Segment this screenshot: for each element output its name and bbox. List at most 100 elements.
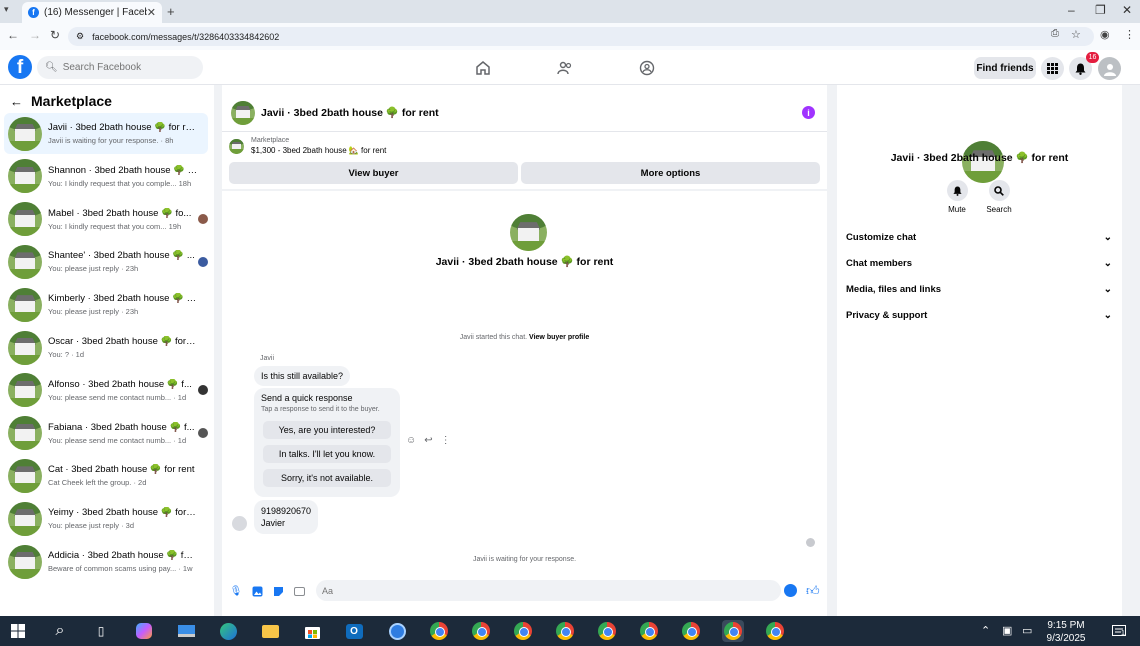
more-options-button[interactable]: More options [521,162,820,184]
friends-icon[interactable] [555,58,575,78]
media-files-links-section[interactable]: Media, files and links ⌄ [846,284,1112,295]
emoji-picker-icon[interactable] [784,584,797,597]
browser-tab[interactable]: f (16) Messenger | Facebook ✕ [22,2,162,23]
edge-browser-icon[interactable] [217,620,239,642]
message-bubble[interactable]: Is this still available? [254,366,351,386]
groups-icon[interactable] [637,58,657,78]
conversation-item[interactable]: Oscar · 3bed 2bath house 🌳 for r... You: … [4,327,208,368]
copilot-icon[interactable] [133,620,155,642]
file-explorer-icon[interactable] [259,620,281,642]
chrome-profile-icon[interactable] [680,620,702,642]
quick-response-button[interactable]: In talks. I'll let you know. [263,445,391,463]
conversation-item[interactable]: Javii · 3bed 2bath house 🌳 for rent Javii… [4,113,208,154]
chrome-profile-icon[interactable] [554,620,576,642]
gif-icon[interactable] [292,584,306,598]
home-icon[interactable] [473,58,493,78]
chrome-profile-icon[interactable] [596,620,618,642]
forward-arrow-icon[interactable]: → [29,28,41,42]
minimize-icon[interactable]: – [1068,3,1075,17]
quick-response-button[interactable]: Yes, are you interested? [263,421,391,439]
conversation-avatar [8,544,42,579]
conversation-item[interactable]: Shantee' · 3bed 2bath house 🌳 ... You: pl… [4,241,208,282]
chrome-profile-icon[interactable] [470,620,492,642]
search-in-conversation-button[interactable]: Search [979,180,1019,214]
quick-response-button[interactable]: Sorry, it's not available. [263,469,391,487]
app-icon[interactable] [386,620,408,642]
reload-icon[interactable]: ↻ [50,28,60,42]
sticker-icon[interactable] [271,584,285,598]
show-hidden-icons-chevron-icon[interactable]: ⌃ [981,624,990,637]
system-clock[interactable]: 9:15 PM 9/3/2025 [1040,619,1092,645]
chrome-profile-icon[interactable] [764,620,786,642]
conversation-preview: Beware of common scams using pay... · 1w [48,564,193,573]
account-avatar[interactable] [1098,57,1121,80]
message-input[interactable] [322,585,762,596]
view-buyer-profile-link[interactable]: View buyer profile [529,334,589,341]
device-icon[interactable]: ▣ [1002,624,1012,637]
conversation-item[interactable]: Fabiana · 3bed 2bath house 🌳 f... You: pl… [4,413,208,454]
window-close-icon[interactable]: ✕ [1122,3,1132,17]
back-arrow-icon[interactable]: ← [10,94,23,109]
reply-icon[interactable]: ↩ [424,435,432,446]
task-view-icon[interactable]: ▯ [90,620,112,642]
chrome-profile-icon[interactable] [638,620,660,642]
conversation-item[interactable]: Addicia · 3bed 2bath house 🌳 for ... Bewa… [4,541,208,582]
facebook-search-input[interactable] [62,62,193,73]
notification-center-icon[interactable]: 1 [1112,625,1126,639]
facebook-search[interactable]: 🔍︎ [37,56,203,79]
clock-date: 9/3/2025 [1046,633,1086,644]
buyer-profile-name: Javii · 3bed 2bath house 🌳 for rent [435,256,614,268]
url-field[interactable]: ⚙ facebook.com/messages/t/32864033348426… [68,27,1094,46]
chat-header-avatar[interactable] [231,100,255,125]
back-arrow-icon[interactable]: ← [7,28,19,42]
conversation-item[interactable]: Yeimy · 3bed 2bath house 🌳 for r... You: … [4,498,208,539]
facebook-logo-icon[interactable]: f [8,55,32,79]
customize-chat-section[interactable]: Customize chat ⌄ [846,232,1112,243]
microphone-icon[interactable]: 🎙︎ [229,584,243,598]
more-actions-icon[interactable]: ⋮ [441,435,451,446]
chat-header[interactable]: Javii · 3bed 2bath house 🌳 for rent [222,94,827,132]
browser-menu-icon[interactable]: ⋮ [1124,28,1135,41]
menu-grid-icon[interactable] [1041,57,1064,80]
url-text: facebook.com/messages/t/3286403334842602 [92,31,280,42]
new-tab-icon[interactable]: + [167,4,175,19]
privacy-support-section[interactable]: Privacy & support ⌄ [846,310,1112,321]
conversation-avatar [8,416,42,451]
conversation-item[interactable]: Shannon · 3bed 2bath house 🌳 fo... You: I… [4,156,208,197]
search-icon[interactable]: ⌕ [49,620,71,642]
site-info-icon[interactable]: ⚙ [76,31,84,42]
install-app-icon[interactable]: ⎙ [1051,28,1059,39]
bookmark-star-icon[interactable]: ☆ [1071,28,1081,41]
message-bubble[interactable]: 9198920670 Javier [254,500,319,534]
restore-icon[interactable]: ❐ [1095,3,1106,17]
chrome-icon[interactable] [428,620,450,642]
mute-button[interactable]: Mute [937,180,977,214]
chrome-active-icon[interactable] [722,620,744,642]
profile-icon[interactable]: ◉ [1100,28,1110,41]
react-emoji-icon[interactable]: ☺ [406,435,416,446]
quick-response-title: Send a quick response [261,393,353,403]
network-icon[interactable]: ▭ [1022,624,1032,637]
conversation-item[interactable]: Mabel · 3bed 2bath house 🌳 fo... You: I k… [4,199,208,240]
tab-list-chevron-icon[interactable]: ▾ [4,4,9,15]
thumbs-up-icon[interactable]: 👍︎ [806,583,820,599]
desktop-app-icon[interactable] [175,620,197,642]
conversation-info-icon[interactable]: i [802,106,815,119]
chat-started-notice: Javii started this chat. View buyer prof… [222,334,827,341]
chat-members-section[interactable]: Chat members ⌄ [846,258,1112,269]
conversation-item[interactable]: Alfonso · 3bed 2bath house 🌳 f... You: pl… [4,370,208,411]
conversation-item[interactable]: Kimberly · 3bed 2bath house 🌳 fo... You: … [4,284,208,325]
outlook-icon[interactable]: O [343,620,365,642]
microsoft-store-icon[interactable] [301,620,323,642]
conversation-name: Yeimy · 3bed 2bath house 🌳 for r... [48,507,198,519]
windows-start-icon[interactable] [7,620,29,642]
listing-info[interactable]: Marketplace $1,300 - 3bed 2bath house 🏡 … [229,137,386,155]
chrome-profile-icon[interactable] [512,620,534,642]
message-composer[interactable] [316,580,781,601]
find-friends-button[interactable]: Find friends [974,57,1036,79]
buyer-profile-avatar[interactable] [510,214,547,251]
tab-close-icon[interactable]: ✕ [147,6,156,19]
conversation-item[interactable]: Cat · 3bed 2bath house 🌳 for rent Cat Che… [4,455,208,496]
view-buyer-button[interactable]: View buyer [229,162,518,184]
attach-photo-icon[interactable] [250,584,264,598]
